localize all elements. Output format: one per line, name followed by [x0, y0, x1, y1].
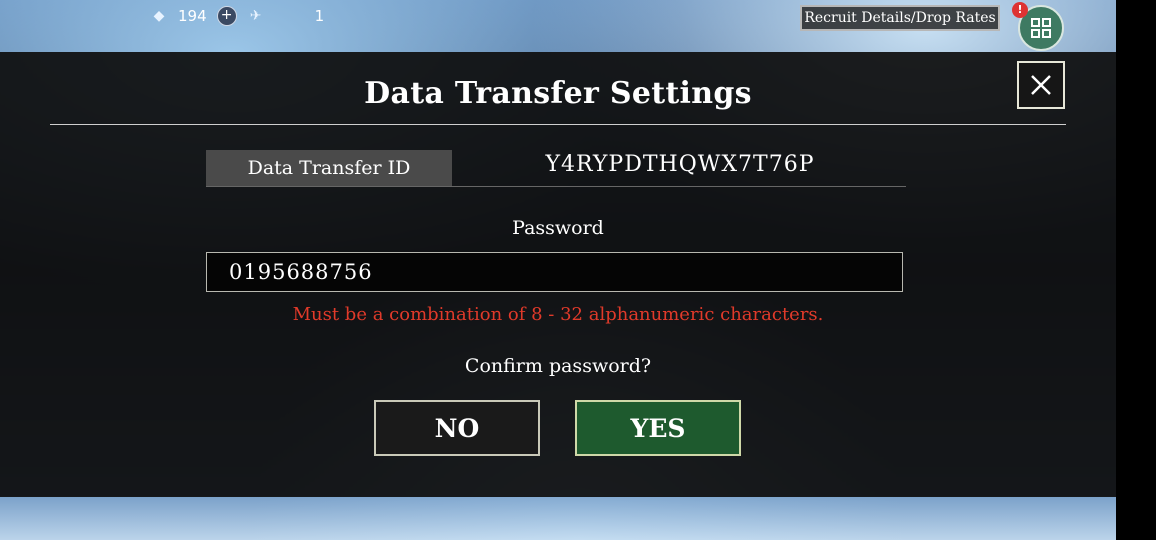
transfer-id-label: Data Transfer ID — [206, 150, 452, 186]
background-art-bottom — [0, 496, 1116, 540]
gem-icon: ◆ — [153, 8, 165, 24]
currency-count: 194 — [178, 7, 207, 25]
transfer-id-divider — [206, 186, 906, 187]
confirm-prompt: Confirm password? — [464, 355, 652, 377]
yes-button[interactable]: YES — [575, 400, 741, 456]
ticket-icon: ✈ — [249, 8, 262, 24]
password-error-message: Must be a combination of 8 - 32 alphanum… — [292, 304, 824, 325]
grid-menu-icon — [1031, 18, 1051, 38]
no-button[interactable]: NO — [374, 400, 540, 456]
top-hud: ◆ 194 + ✈ 1 — [150, 0, 324, 32]
dialog-title: Data Transfer Settings — [364, 76, 752, 111]
ticket-count: 1 — [314, 7, 325, 25]
title-divider — [50, 124, 1066, 125]
password-label: Password — [512, 217, 604, 239]
alert-badge: ! — [1012, 2, 1028, 18]
close-button[interactable] — [1017, 61, 1065, 109]
close-icon — [1031, 75, 1051, 95]
password-input[interactable] — [206, 252, 903, 292]
add-currency-button[interactable]: + — [216, 6, 237, 26]
recruit-details-button[interactable]: Recruit Details/Drop Rates — [800, 5, 1000, 31]
screen-edge-bar — [1116, 0, 1156, 540]
transfer-id-value: Y4RYPDTHQWX7T76P — [545, 152, 815, 177]
